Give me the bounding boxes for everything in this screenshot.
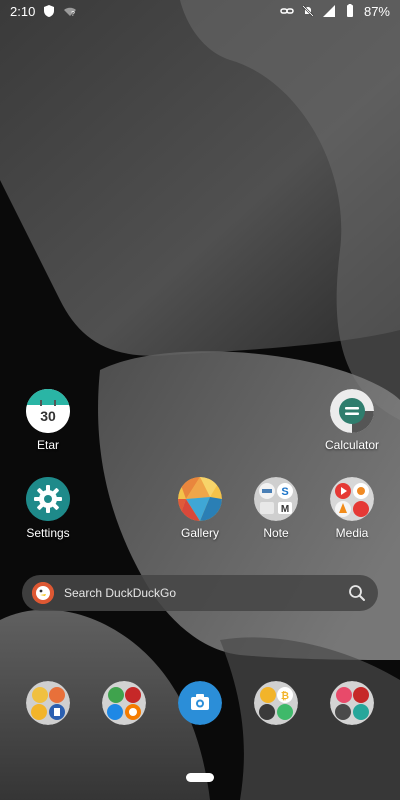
folder-icon <box>330 477 374 521</box>
svg-text:?: ? <box>71 11 75 18</box>
gear-icon <box>26 477 70 521</box>
dock-folder-4[interactable] <box>330 681 374 725</box>
folder-icon: S M <box>254 477 298 521</box>
dock-folder-3[interactable]: ₿ <box>254 681 298 725</box>
dock-folder-2[interactable] <box>102 681 146 725</box>
link-icon <box>280 8 294 14</box>
battery-percent: 87% <box>363 3 390 19</box>
calculator-icon <box>330 389 374 433</box>
folder-icon <box>26 681 70 725</box>
folder-icon: ₿ <box>254 681 298 725</box>
search-bar[interactable]: Search DuckDuckGo <box>22 575 378 611</box>
gallery-icon <box>178 477 222 521</box>
wifi-question-icon: ? <box>64 7 77 18</box>
folder-icon <box>102 681 146 725</box>
status-bar: 2:10 ? 87% <box>0 0 400 22</box>
signal-icon <box>322 5 335 17</box>
gesture-nav-handle[interactable] <box>186 773 214 782</box>
app-label: Note <box>263 526 289 540</box>
app-calculator[interactable]: Calculator <box>314 389 390 452</box>
app-label: Gallery <box>180 526 219 540</box>
duckduckgo-icon <box>32 582 54 604</box>
svg-text:₿: ₿ <box>281 690 289 702</box>
app-label: Etar <box>36 438 59 452</box>
camera-icon <box>178 681 222 725</box>
svg-text:S: S <box>281 486 288 498</box>
notifications-off-icon <box>302 5 314 17</box>
battery-icon <box>346 4 353 17</box>
app-label: Media <box>335 526 369 540</box>
app-settings[interactable]: Settings <box>10 477 86 540</box>
app-etar[interactable]: 30 Etar <box>10 389 86 452</box>
folder-icon <box>330 681 374 725</box>
search-placeholder: Search DuckDuckGo <box>64 586 177 600</box>
dock-camera[interactable] <box>178 681 222 725</box>
app-label: Calculator <box>324 438 380 452</box>
calendar-day: 30 <box>40 408 56 424</box>
app-gallery[interactable]: Gallery <box>162 477 238 540</box>
shield-icon <box>44 5 55 17</box>
search-icon[interactable] <box>348 584 366 602</box>
app-label: Settings <box>26 526 70 540</box>
status-time: 2:10 <box>10 3 36 19</box>
dock-folder-1[interactable] <box>26 681 70 725</box>
app-note[interactable]: S M Note <box>238 477 314 540</box>
calendar-icon: 30 <box>26 389 70 433</box>
svg-text:M: M <box>281 504 289 515</box>
app-media[interactable]: Media <box>314 477 390 540</box>
